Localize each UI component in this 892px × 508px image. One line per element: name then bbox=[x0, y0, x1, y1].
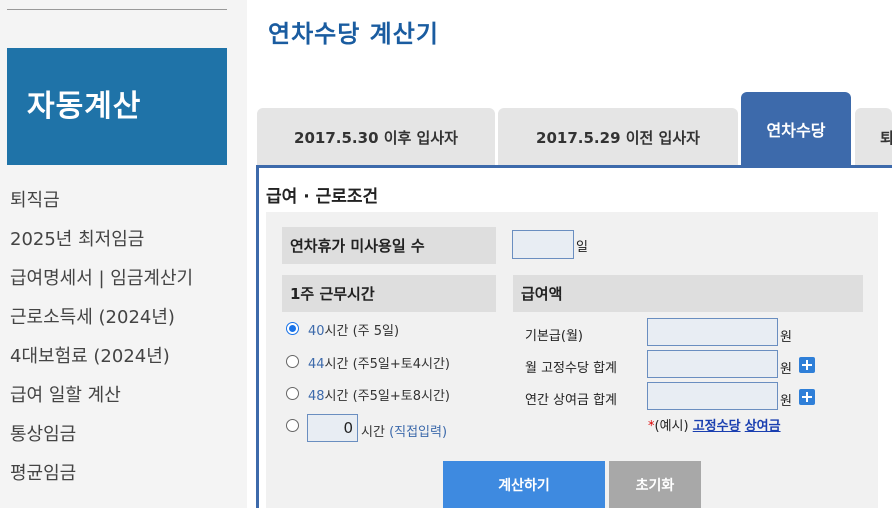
option-48-hours: 48시간 (주5일+토8시간) bbox=[308, 389, 450, 404]
radio-direct-hours[interactable] bbox=[286, 419, 299, 432]
add-allowance-plus-icon[interactable] bbox=[799, 357, 815, 373]
sidebar: 자동계산 퇴직금 2025년 최저임금 급여명세서 | 임금계산기 근로소득세 … bbox=[0, 0, 247, 508]
sidebar-item-payslip[interactable]: 급여명세서 | 임금계산기 bbox=[10, 261, 193, 300]
unused-leave-label: 연차휴가 미사용일 수 bbox=[282, 227, 496, 264]
sidebar-item-minimum-wage[interactable]: 2025년 최저임금 bbox=[10, 222, 193, 261]
option-44-hours: 44시간 (주5일+토4시간) bbox=[308, 357, 450, 372]
unused-leave-unit: 일 bbox=[576, 240, 588, 255]
sidebar-item-insurance[interactable]: 4대보험료 (2024년) bbox=[10, 339, 193, 378]
bonus-example-link[interactable]: 상여금 bbox=[745, 419, 781, 434]
example-text: (예시) bbox=[654, 419, 693, 434]
add-bonus-plus-icon[interactable] bbox=[799, 389, 815, 405]
example-note: *(예시) 고정수당 상여금 bbox=[648, 415, 781, 434]
sidebar-item-daily-pay[interactable]: 급여 일할 계산 bbox=[10, 378, 193, 417]
sidebar-item-ordinary-wage[interactable]: 통상임금 bbox=[10, 417, 193, 456]
annual-bonus-input[interactable] bbox=[647, 382, 778, 410]
reset-button[interactable]: 초기화 bbox=[609, 461, 701, 508]
calculate-button[interactable]: 계산하기 bbox=[443, 461, 605, 508]
tab-after-2017-5-30[interactable]: 2017.5.30 이후 입사자 bbox=[257, 108, 495, 166]
pay-label: 급여액 bbox=[513, 275, 863, 312]
base-pay-label: 기본급(월) bbox=[525, 329, 583, 344]
page-title: 연차수당 계산기 bbox=[268, 20, 439, 48]
tab-annual-leave-pay[interactable]: 연차수당 bbox=[741, 92, 851, 166]
direct-hours-label: 시간 (직접입력) bbox=[361, 425, 448, 440]
sidebar-divider bbox=[7, 9, 227, 10]
fixed-allowance-input[interactable] bbox=[647, 350, 778, 378]
radio-40-hours[interactable] bbox=[286, 322, 299, 335]
sidebar-banner: 자동계산 bbox=[7, 48, 227, 165]
direct-hours-input[interactable]: 0 bbox=[307, 414, 358, 442]
unused-leave-input[interactable] bbox=[512, 230, 574, 259]
annual-bonus-label: 연간 상여금 합계 bbox=[525, 393, 617, 408]
option-40-hours: 40시간 (주 5일) bbox=[308, 324, 400, 339]
base-pay-unit: 원 bbox=[780, 330, 792, 345]
sidebar-item-income-tax[interactable]: 근로소득세 (2024년) bbox=[10, 300, 193, 339]
radio-48-hours[interactable] bbox=[286, 387, 299, 400]
annual-bonus-unit: 원 bbox=[780, 394, 792, 409]
tab-before-2017-5-29[interactable]: 2017.5.29 이전 입사자 bbox=[498, 108, 738, 166]
base-pay-input[interactable] bbox=[647, 318, 778, 346]
sidebar-menu: 퇴직금 2025년 최저임금 급여명세서 | 임금계산기 근로소득세 (2024… bbox=[10, 183, 193, 495]
fixed-allowance-example-link[interactable]: 고정수당 bbox=[693, 419, 741, 434]
tab-retirement[interactable]: 퇴 bbox=[855, 108, 892, 166]
sidebar-item-average-wage[interactable]: 평균임금 bbox=[10, 456, 193, 495]
weekly-hours-label: 1주 근무시간 bbox=[282, 275, 496, 312]
fixed-allowance-label: 월 고정수당 합계 bbox=[525, 361, 617, 376]
sidebar-item-severance[interactable]: 퇴직금 bbox=[10, 183, 193, 222]
radio-44-hours[interactable] bbox=[286, 355, 299, 368]
fixed-allowance-unit: 원 bbox=[780, 362, 792, 377]
section-title: 급여 · 근로조건 bbox=[266, 187, 379, 207]
